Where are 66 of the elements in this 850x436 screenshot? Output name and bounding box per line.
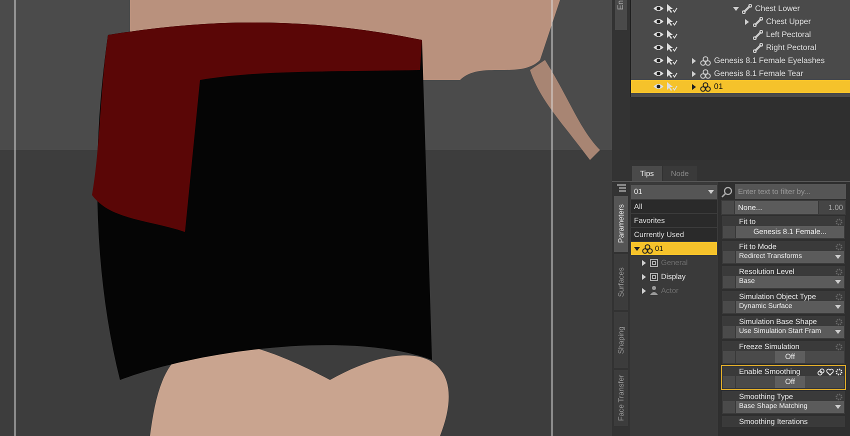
node-label: Genesis 8.1 Female Tear xyxy=(714,68,804,80)
collapsed-arrow-icon[interactable] xyxy=(641,274,647,280)
scene-tree-row[interactable]: 01 xyxy=(631,80,850,93)
dropdown-arrow-icon xyxy=(835,279,841,285)
animation-slot xyxy=(723,301,735,313)
collapsed-arrow-icon[interactable] xyxy=(691,84,697,90)
cursor-check-icon[interactable] xyxy=(666,56,678,65)
animation-slot xyxy=(723,351,735,363)
eye-icon[interactable] xyxy=(653,57,664,64)
expanded-arrow-icon[interactable] xyxy=(733,6,739,12)
heart-icon[interactable] xyxy=(826,368,834,376)
node-label: 01 xyxy=(714,80,723,92)
scene-tree-row[interactable]: Right Pectoral xyxy=(631,41,850,54)
collapsed-arrow-icon[interactable] xyxy=(691,70,697,76)
dropdown-arrow-icon xyxy=(835,329,841,335)
node-label: Chest Upper xyxy=(766,16,811,28)
side-tab[interactable]: En xyxy=(615,0,627,30)
scene-tree-row[interactable]: Genesis 8.1 Female Eyelashes xyxy=(631,54,850,67)
figure-icon xyxy=(700,68,711,78)
node-label: Chest Lower xyxy=(755,2,800,14)
dropdown-arrow-icon xyxy=(835,254,841,260)
node-label: Left Pectoral xyxy=(766,28,811,40)
animation-slot xyxy=(723,401,735,413)
dropdown-arrow-icon xyxy=(835,304,841,310)
figure-icon xyxy=(700,82,711,92)
person-icon xyxy=(650,286,658,295)
animation-slot xyxy=(723,251,735,263)
menu-icon[interactable] xyxy=(616,184,626,194)
link-icon[interactable] xyxy=(817,368,825,376)
cursor-check-icon[interactable] xyxy=(666,30,678,39)
cursor-check-icon[interactable] xyxy=(666,4,678,13)
eye-icon[interactable] xyxy=(653,5,664,12)
dropdown-arrow-icon xyxy=(835,404,841,410)
collapsed-arrow-icon[interactable] xyxy=(691,58,697,64)
node-label: Genesis 8.1 Female Eyelashes xyxy=(714,54,825,66)
bone-icon xyxy=(753,16,763,26)
eye-icon[interactable] xyxy=(653,83,664,90)
eye-icon[interactable] xyxy=(653,31,664,38)
cursor-check-icon[interactable] xyxy=(666,17,678,26)
animation-slot xyxy=(723,326,735,338)
scene-tree-row[interactable]: Genesis 8.1 Female Tear xyxy=(631,67,850,80)
figure-icon xyxy=(700,56,711,66)
bone-icon xyxy=(742,4,752,14)
search-icon[interactable] xyxy=(721,186,733,198)
bone-icon xyxy=(753,42,763,52)
collapsed-arrow-icon[interactable] xyxy=(744,18,750,24)
expanded-arrow-icon[interactable] xyxy=(634,246,640,252)
scene-tree-row[interactable]: Left Pectoral xyxy=(631,28,850,41)
node-label: Right Pectoral xyxy=(766,42,816,54)
eye-icon[interactable] xyxy=(653,70,664,77)
collapsed-arrow-icon[interactable] xyxy=(641,260,647,266)
scene-tree-row[interactable]: Chest Upper xyxy=(631,15,850,28)
eye-icon[interactable] xyxy=(653,44,664,51)
dropdown-arrow-icon xyxy=(708,189,714,195)
animation-slot xyxy=(722,201,734,214)
animation-slot xyxy=(723,376,735,388)
animation-slot xyxy=(723,226,735,238)
collapsed-arrow-icon[interactable] xyxy=(641,288,647,294)
cursor-check-icon[interactable] xyxy=(666,69,678,78)
cursor-check-icon[interactable] xyxy=(666,82,678,91)
eye-icon[interactable] xyxy=(653,18,664,25)
animation-slot xyxy=(723,276,735,288)
figure-icon xyxy=(642,244,653,254)
cursor-check-icon[interactable] xyxy=(666,43,678,52)
bone-icon xyxy=(753,30,763,40)
scene-tree-row[interactable]: Chest Lower xyxy=(631,2,850,15)
